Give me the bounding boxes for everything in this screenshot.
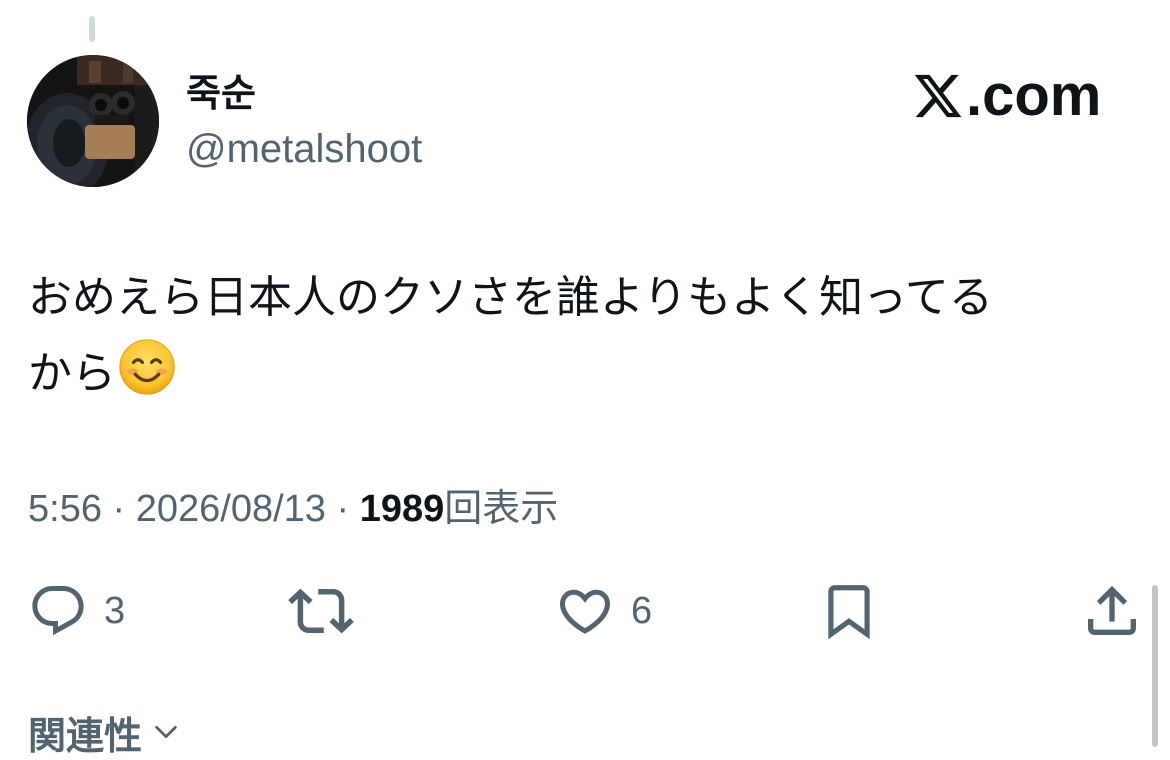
share-icon xyxy=(1088,585,1136,635)
tweet-text-line-2-text: から xyxy=(28,349,116,398)
tweet-time[interactable]: 5:56 xyxy=(28,488,102,530)
retweet-button[interactable] xyxy=(288,578,354,644)
scrollbar[interactable] xyxy=(1152,585,1158,747)
brand-text: .com xyxy=(966,63,1102,128)
x-logo-icon xyxy=(914,74,962,118)
thread-connector-line xyxy=(89,16,95,42)
tweet-text-line-2: から xyxy=(28,336,1128,412)
bookmark-button[interactable] xyxy=(818,578,880,644)
tweet-date[interactable]: 2026/08/13 xyxy=(136,488,326,530)
reply-count: 3 xyxy=(104,590,126,632)
views-label: 回表示 xyxy=(444,488,559,530)
avatar-photo xyxy=(27,55,159,187)
x-com-brand: .com xyxy=(912,66,1101,126)
chevron-down-icon xyxy=(155,725,177,739)
author-display-name[interactable]: 죽순 xyxy=(186,70,256,118)
heart-icon xyxy=(559,589,611,634)
author-handle[interactable]: @metalshoot xyxy=(186,124,422,174)
tweet-meta: 5:56 · 2026/08/13 · 1989回表示 xyxy=(28,484,558,534)
bookmark-icon xyxy=(828,585,870,640)
avatar[interactable] xyxy=(27,55,159,187)
share-button[interactable] xyxy=(1080,578,1144,644)
smiling-face-emoji xyxy=(119,339,175,395)
reply-button[interactable]: 3 xyxy=(28,578,125,644)
related-sort-toggle[interactable]: 関連性 xyxy=(28,704,180,760)
views-count: 1989 xyxy=(359,488,445,530)
reply-icon xyxy=(32,586,84,636)
action-bar: 3 6 xyxy=(0,578,1170,644)
like-count: 6 xyxy=(631,590,653,632)
like-button[interactable]: 6 xyxy=(555,578,652,644)
meta-separator: · xyxy=(336,488,350,530)
tweet-text: おめえら日本人のクソさを誰よりもよく知ってる から xyxy=(28,260,1128,412)
retweet-icon xyxy=(288,588,354,634)
meta-separator: · xyxy=(112,488,126,530)
related-label: 関連性 xyxy=(28,715,143,758)
tweet-text-line-1: おめえら日本人のクソさを誰よりもよく知ってる xyxy=(28,273,993,322)
